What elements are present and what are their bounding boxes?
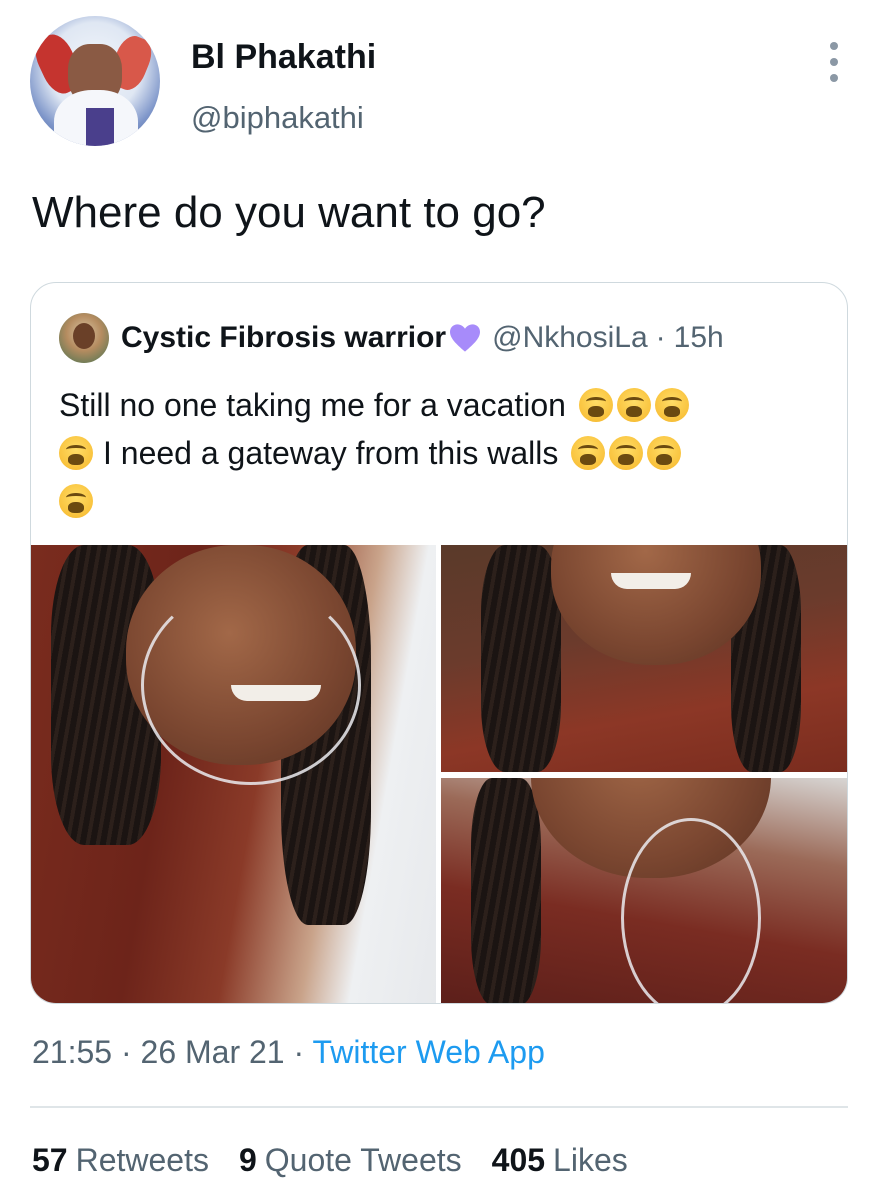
tweet-source-link[interactable]: Twitter Web App — [312, 1034, 544, 1070]
quoted-text-line-1: Still no one taking me for a vacation — [59, 387, 566, 423]
weary-face-icon — [616, 388, 651, 422]
quoted-tweet-time: 15h — [673, 321, 724, 354]
quoted-tweet-text: Still no one taking me for a vacation I … — [59, 381, 799, 525]
author-avatar[interactable] — [30, 16, 160, 146]
photo-detail — [621, 818, 761, 1003]
quoted-text-line-2: I need a gateway from this walls — [103, 435, 559, 471]
tweet-metadata: 21:55 · 26 Mar 21 · Twitter Web App — [32, 1034, 545, 1071]
tweet-text: Where do you want to go? — [32, 188, 546, 237]
photo-detail — [471, 778, 541, 1003]
weary-face-icon — [59, 484, 93, 518]
divider — [30, 1106, 848, 1108]
quoted-tweet-media-grid — [31, 545, 847, 1003]
quoted-tweet-header: Cystic Fibrosis warrior @NkhosiLa · 15h — [59, 311, 724, 365]
quote-tweets-stat[interactable]: 9 Quote Tweets — [239, 1142, 462, 1179]
quoted-author-avatar — [59, 313, 109, 363]
photo-1[interactable] — [31, 545, 436, 1003]
quoted-author-name: Cystic Fibrosis warrior — [121, 321, 447, 354]
likes-count: 405 — [491, 1142, 546, 1178]
separator-dot: · — [655, 321, 666, 354]
retweets-label: Retweets — [75, 1142, 209, 1178]
photo-detail — [481, 545, 561, 772]
retweets-count: 57 — [32, 1142, 68, 1178]
author-handle[interactable]: @biphakathi — [191, 100, 364, 136]
quote-tweets-label: Quote Tweets — [264, 1142, 462, 1178]
retweets-stat[interactable]: 57 Retweets — [32, 1142, 209, 1179]
tweet-date: 26 Mar 21 — [140, 1034, 285, 1070]
tweet-time: 21:55 — [32, 1034, 113, 1070]
tweet-header: Bl Phakathi @biphakathi — [28, 16, 848, 148]
photo-3[interactable] — [441, 778, 847, 1003]
quote-tweets-count: 9 — [238, 1142, 257, 1178]
weary-face-icon — [654, 388, 689, 422]
weary-face-icon — [609, 436, 644, 470]
likes-label: Likes — [553, 1142, 628, 1178]
likes-stat[interactable]: 405 Likes — [492, 1142, 628, 1179]
weary-face-icon — [647, 436, 682, 470]
purple-heart-icon — [450, 324, 481, 352]
weary-face-icon — [571, 436, 606, 470]
quoted-tweet-card[interactable]: Cystic Fibrosis warrior @NkhosiLa · 15h … — [30, 282, 848, 1004]
separator-dot: · — [293, 1034, 305, 1070]
photo-detail — [141, 585, 361, 785]
quoted-author-handle: @NkhosiLa — [492, 321, 648, 354]
separator-dot: · — [120, 1034, 132, 1070]
author-name[interactable]: Bl Phakathi — [191, 38, 376, 77]
photo-detail — [551, 545, 761, 665]
more-options-icon[interactable] — [828, 42, 840, 82]
photo-2[interactable] — [441, 545, 847, 772]
weary-face-icon — [578, 388, 613, 422]
weary-face-icon — [59, 436, 93, 470]
tweet-stats: 57 Retweets 9 Quote Tweets 405 Likes — [32, 1142, 658, 1179]
photo-detail — [611, 573, 691, 589]
